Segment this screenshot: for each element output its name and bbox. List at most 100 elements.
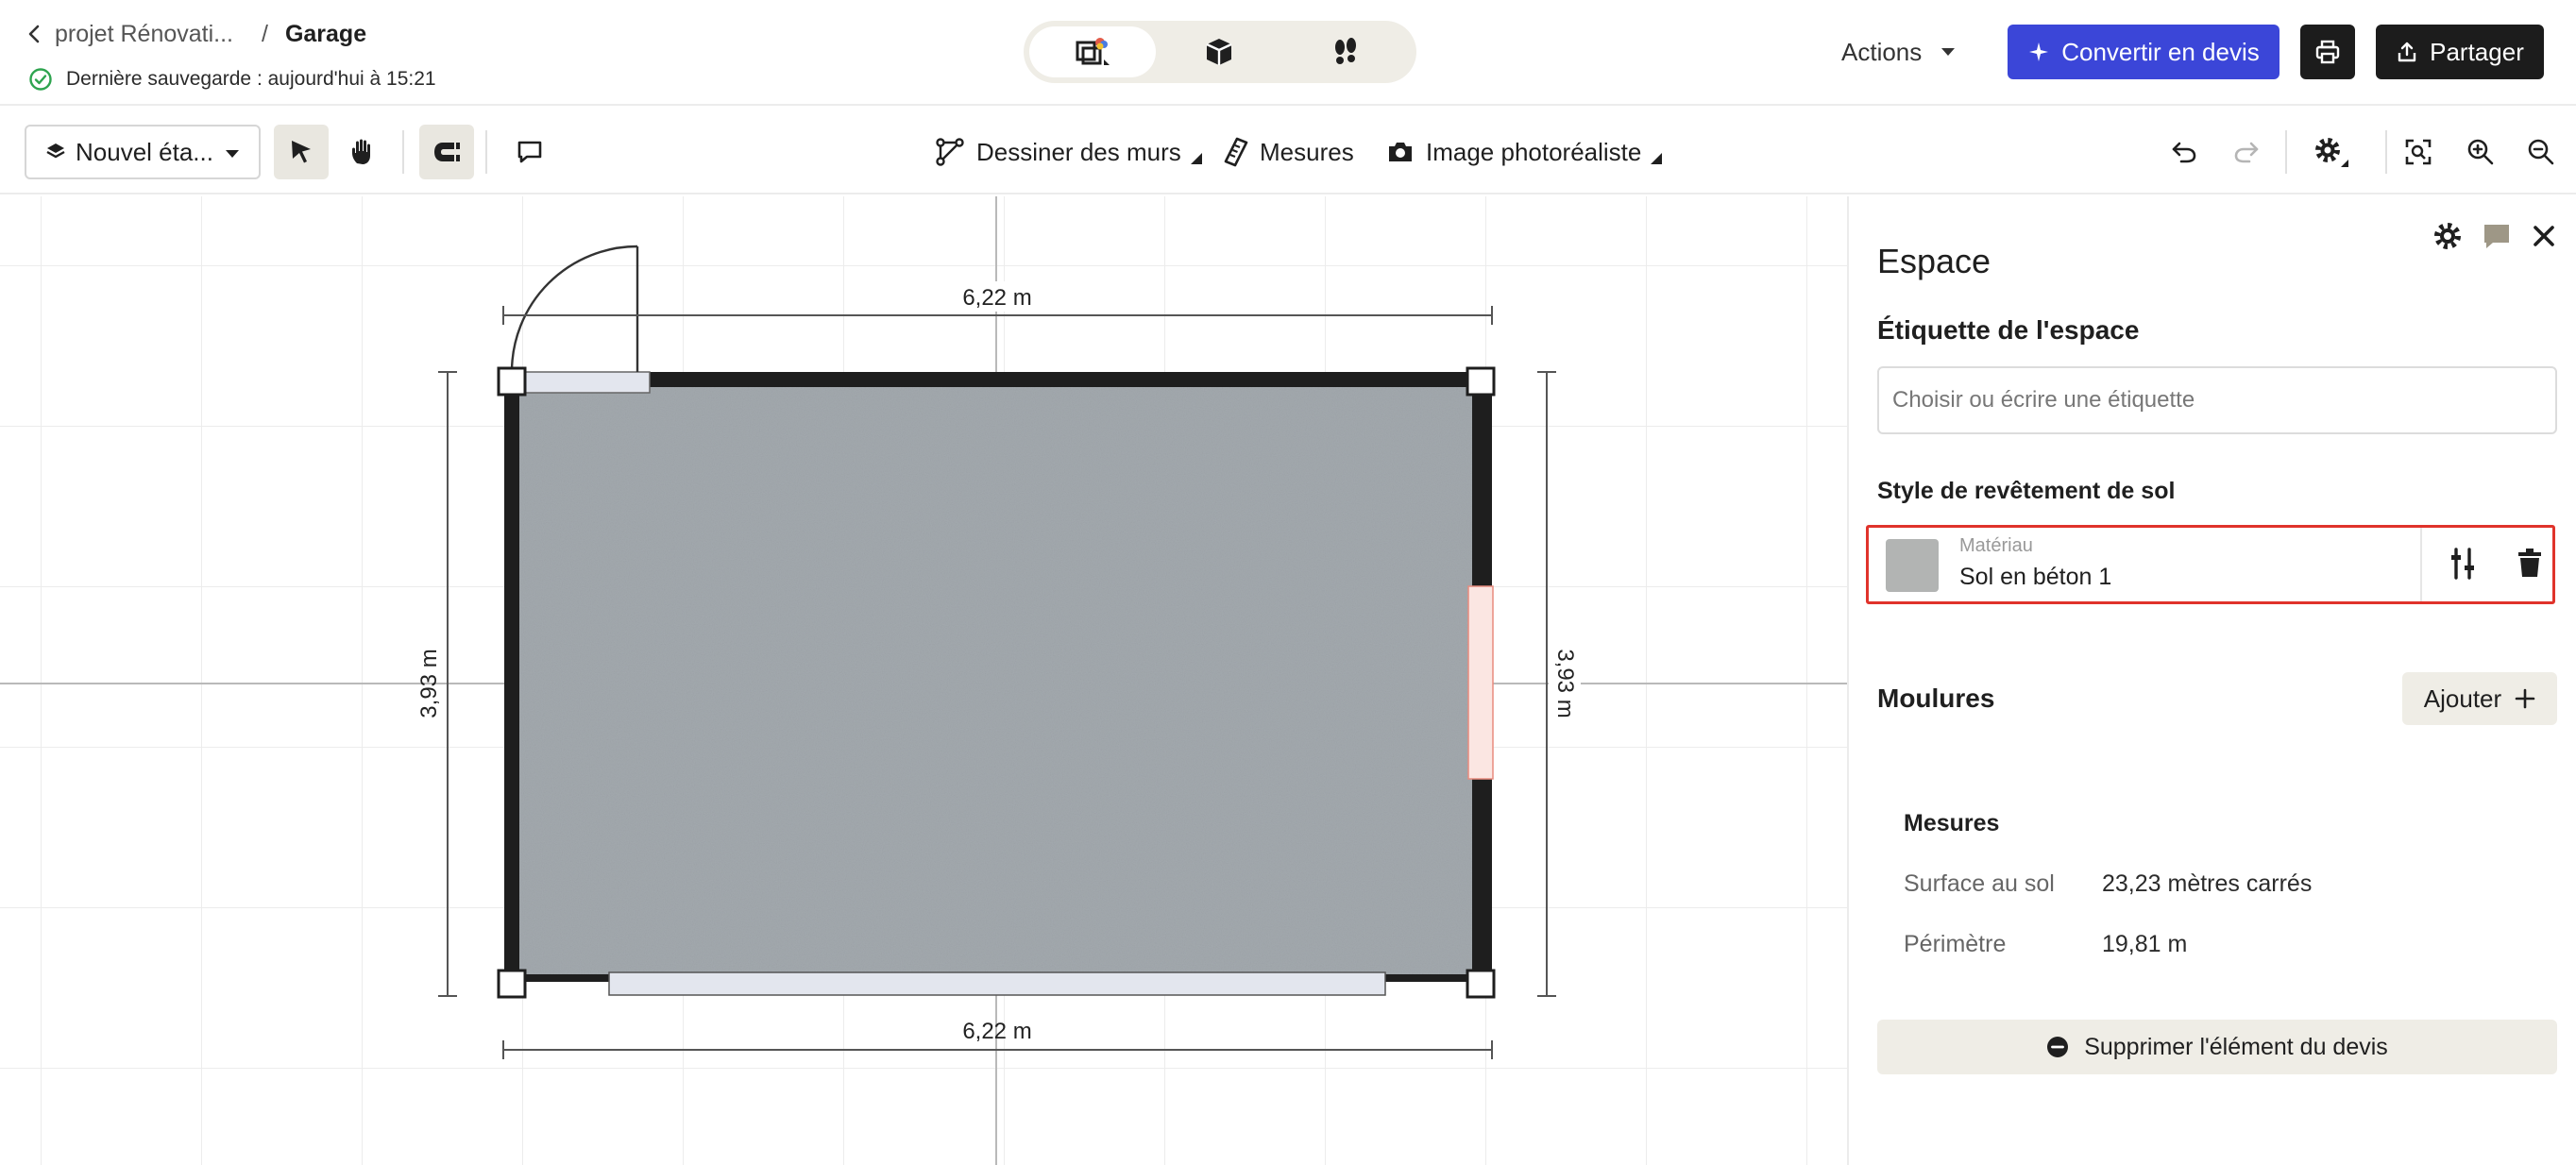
material-field-label: Matériau [1959,535,2033,556]
3d-view-button[interactable] [1156,26,1282,77]
measure-value: 23,23 mètres carrés [2102,870,2313,897]
comment-icon [517,141,542,163]
concrete-floor[interactable] [519,387,1472,974]
comment-tool-button[interactable] [502,125,557,179]
toolbar-divider [402,130,404,174]
toolbar-divider [2385,130,2387,174]
save-status: Dernière sauvegarde : aujourd'hui à 15:2… [28,66,436,93]
fit-to-screen-button[interactable] [2391,125,2446,179]
corner-caret-icon [1190,153,1202,164]
settings-button[interactable] [2432,221,2463,251]
hand-icon [352,139,370,164]
toolbar-divider [2285,130,2287,174]
corner-handle[interactable] [1466,969,1496,999]
material-swatch [1886,539,1939,592]
convert-label: Convertir en devis [2061,37,2260,66]
material-name: Sol en béton 1 [1959,564,2112,590]
space-label-heading: Étiquette de l'espace [1877,315,2140,345]
add-molding-button[interactable]: Ajouter [2402,672,2557,725]
comment-button[interactable] [2482,222,2512,250]
door-opening[interactable] [517,371,651,394]
settings-menu-button[interactable] [2304,125,2359,179]
walkthrough-view-button[interactable] [1282,26,1409,77]
save-status-text: Dernière sauvegarde : aujourd'hui à 15:2… [66,68,436,90]
measure-row: Périmètre 19,81 m [1904,931,2187,958]
breadcrumb: projet Rénovati... / Garage [23,19,366,49]
corner-handle[interactable] [1466,366,1496,397]
convert-to-quote-button[interactable]: Convertir en devis [2008,25,2279,79]
layers-icon [46,144,65,159]
close-panel-button[interactable] [2531,223,2557,249]
zoom-in-icon [2467,139,2494,165]
panel-title: Espace [1877,242,1991,280]
breadcrumb-separator: / [262,20,268,47]
editor-toolbar: Nouvel éta... Dessiner des murs Mesures … [0,108,2576,194]
footsteps-icon [1335,38,1356,64]
remove-from-quote-button[interactable]: Supprimer l'élément du devis [1877,1020,2557,1074]
magnet-icon [434,143,460,161]
measure-key: Périmètre [1904,931,2007,957]
plus-icon [2515,688,2535,709]
sparkle-icon [2029,42,2049,61]
dimension-top-label: 6,22 m [962,285,1031,311]
window-bottom[interactable] [608,971,1386,996]
floor-material-selector[interactable]: Matériau Sol en béton 1 [1866,525,2555,604]
corner-caret-icon [1651,153,1663,164]
close-icon [2534,226,2554,246]
draw-walls-tool[interactable]: Dessiner des murs [935,130,1213,174]
redo-icon [2234,142,2259,163]
top-header: projet Rénovati... / Garage Dernière sau… [0,0,2576,106]
space-label-input[interactable]: Choisir ou écrire une étiquette [1877,366,2557,434]
window-right[interactable] [1467,585,1494,780]
ruler-icon [1224,137,1248,167]
floor-plan-canvas[interactable]: 6,22 m 6,22 m 3,93 m 3,93 m [0,196,1847,1165]
chevron-left-icon[interactable] [23,22,47,46]
share-label: Partager [2430,37,2524,66]
undo-icon [2172,142,2196,163]
trash-icon[interactable] [2517,547,2543,579]
properties-panel: Espace Étiquette de l'espace Choisir ou … [1847,196,2576,1165]
undo-button[interactable] [2157,125,2212,179]
view-mode-switcher [1024,21,1416,83]
measure-row: Surface au sol 23,23 mètres carrés [1904,870,2312,898]
zoom-in-button[interactable] [2453,125,2508,179]
plan-2d-view-button[interactable] [1029,26,1156,77]
focus-frame-icon [2405,139,2432,165]
measures-tool[interactable]: Mesures [1224,130,1354,174]
magnet-snap-button[interactable] [419,125,474,179]
measures-label: Mesures [1260,137,1354,166]
panel-header-icons [2432,221,2576,251]
photorealistic-image-label: Image photoréaliste [1426,137,1642,166]
material-divider [2420,528,2422,601]
photorealistic-image-tool[interactable]: Image photoréaliste [1386,130,1673,174]
pan-tool-button[interactable] [336,125,391,179]
corner-handle[interactable] [497,969,527,999]
cube-icon [1206,39,1232,65]
share-button[interactable]: Partager [2376,25,2544,79]
gear-icon [2434,223,2461,249]
floor-plan-drawing[interactable]: 6,22 m 6,22 m 3,93 m 3,93 m [0,196,1847,1165]
redo-button[interactable] [2219,125,2274,179]
actions-menu[interactable]: Actions [1841,32,1956,72]
actions-label: Actions [1841,37,1923,66]
breadcrumb-project-link[interactable]: projet Rénovati... [55,21,233,48]
draw-walls-icon [936,138,964,166]
corner-handle[interactable] [497,366,527,397]
zoom-out-button[interactable] [2514,125,2568,179]
camera-icon [1389,143,1412,161]
print-button[interactable] [2300,25,2355,79]
select-tool-button[interactable] [274,125,329,179]
printer-icon [2315,40,2340,64]
gear-icon [2315,138,2348,167]
floor-style-heading: Style de revêtement de sol [1877,478,2176,504]
measure-key: Surface au sol [1904,870,2055,897]
adjust-material-icon[interactable] [2449,547,2477,581]
page-title: Garage [284,20,367,47]
caret-down-icon [1941,48,1956,56]
draw-walls-label: Dessiner des murs [976,137,1181,166]
measures-heading: Mesures [1904,810,2000,836]
dimension-left-label: 3,93 m [416,649,442,718]
floorplan-icon [1076,38,1110,65]
moldings-heading: Moulures [1877,684,1995,713]
floor-select[interactable]: Nouvel éta... [25,125,261,179]
